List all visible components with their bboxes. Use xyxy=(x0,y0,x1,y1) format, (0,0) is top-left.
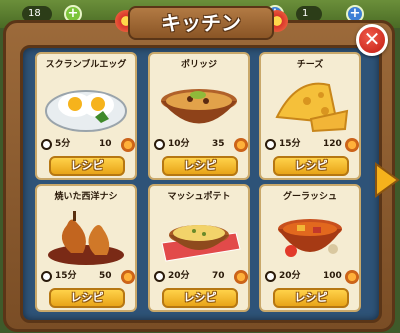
scrambled-eggs-icon xyxy=(43,71,129,135)
cook-time: 5分 xyxy=(55,139,71,149)
recipe-name: ポリッジ xyxy=(180,60,217,70)
coin-icon xyxy=(345,270,359,284)
recipe-stats: 15分 120 xyxy=(263,138,359,152)
reward-amount: 120 xyxy=(323,139,342,149)
mashed-potato-icon xyxy=(156,203,242,267)
clock-icon xyxy=(265,271,276,282)
cheese-icon xyxy=(267,71,353,135)
coin-icon xyxy=(345,138,359,152)
next-page-arrow-icon[interactable] xyxy=(374,160,400,200)
recipe-name: マッシュポテト xyxy=(167,192,231,202)
recipe-card[interactable]: マッシュポテト 20分 70 レシピ xyxy=(148,184,250,312)
window-title: キッチン xyxy=(161,11,241,35)
recipe-button[interactable]: レシピ xyxy=(273,288,349,308)
recipe-stats: 5分 10 xyxy=(39,138,135,152)
clock-icon xyxy=(41,139,52,150)
clock-icon xyxy=(154,271,165,282)
recipe-button[interactable]: レシピ xyxy=(49,156,125,176)
close-icon: ✕ xyxy=(363,27,381,51)
recipe-card[interactable]: 焼いた西洋ナシ 15分 50 レシピ xyxy=(35,184,137,312)
recipe-stats: 20分 100 xyxy=(263,270,359,284)
cook-time: 10分 xyxy=(168,139,190,149)
baked-pear-icon xyxy=(43,203,129,267)
coin-icon xyxy=(234,270,248,284)
reward-amount: 35 xyxy=(212,139,225,149)
clock-icon xyxy=(265,139,276,150)
coin-icon xyxy=(121,270,135,284)
reward-amount: 70 xyxy=(212,271,225,281)
recipe-card[interactable]: チーズ 15分 120 レシピ xyxy=(259,52,361,180)
reward-amount: 100 xyxy=(323,271,342,281)
recipe-button[interactable]: レシピ xyxy=(273,156,349,176)
title-banner: キッチン xyxy=(128,6,274,40)
recipe-card[interactable]: グーラッシュ 20分 100 レシピ xyxy=(259,184,361,312)
reward-amount: 10 xyxy=(99,139,112,149)
close-button[interactable]: ✕ xyxy=(356,24,388,56)
recipe-name: チーズ xyxy=(296,60,324,70)
recipe-name: 焼いた西洋ナシ xyxy=(54,192,118,202)
coin-icon xyxy=(121,138,135,152)
recipe-card[interactable]: スクランブルエッグ 5分 10 レシピ xyxy=(35,52,137,180)
porridge-icon xyxy=(156,71,242,135)
recipe-card[interactable]: ポリッジ 10分 35 レシピ xyxy=(148,52,250,180)
recipe-stats: 10分 35 xyxy=(152,138,248,152)
recipe-name: グーラッシュ xyxy=(282,192,337,202)
recipe-button[interactable]: レシピ xyxy=(49,288,125,308)
recipe-name: スクランブルエッグ xyxy=(45,60,127,70)
recipe-stats: 20分 70 xyxy=(152,270,248,284)
clock-icon xyxy=(154,139,165,150)
cook-time: 20分 xyxy=(279,271,301,281)
recipe-button[interactable]: レシピ xyxy=(162,288,238,308)
coin-icon xyxy=(234,138,248,152)
clock-icon xyxy=(41,271,52,282)
cook-time: 15分 xyxy=(55,271,77,281)
cook-time: 20分 xyxy=(168,271,190,281)
cook-time: 15分 xyxy=(279,139,301,149)
reward-amount: 50 xyxy=(99,271,112,281)
recipe-button[interactable]: レシピ xyxy=(162,156,238,176)
goulash-icon xyxy=(267,203,353,267)
recipe-stats: 15分 50 xyxy=(39,270,135,284)
